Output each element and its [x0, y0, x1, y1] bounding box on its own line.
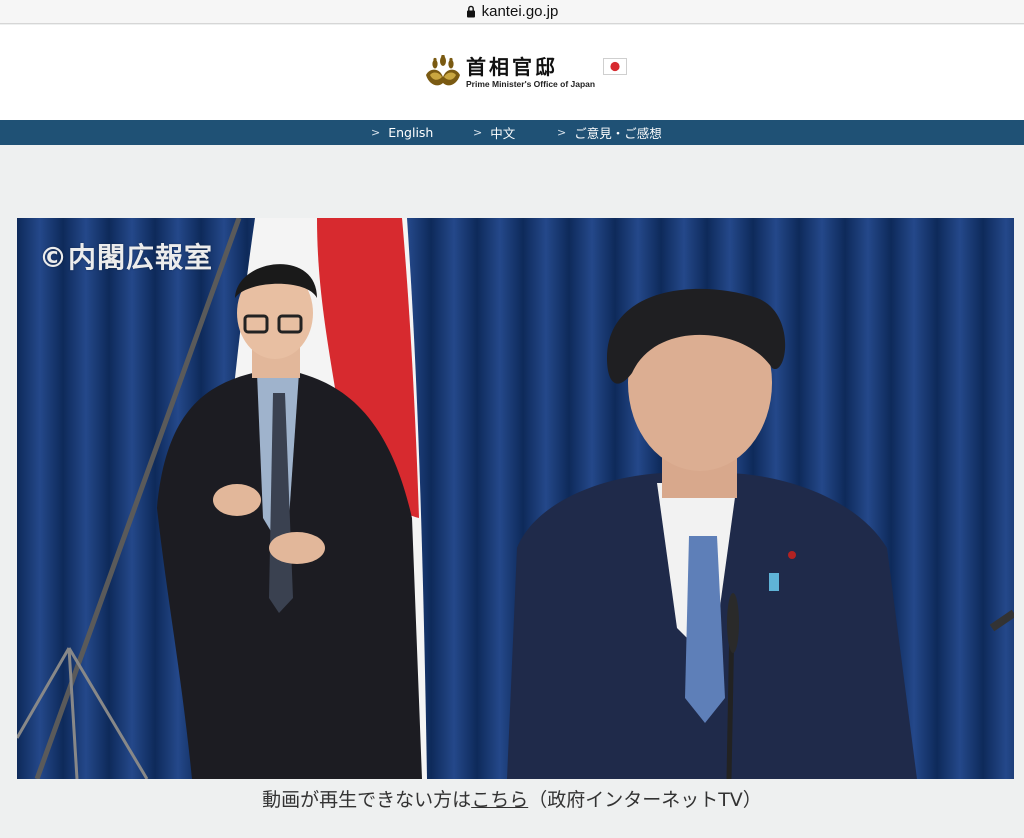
- video-frame: [17, 218, 1014, 779]
- kiri-crest-icon: [426, 55, 460, 86]
- logo-title-en: Prime Minister's Office of Japan: [466, 79, 596, 90]
- caption-link[interactable]: こちら: [471, 789, 528, 811]
- site-logo[interactable]: 首相官邸 Prime Minister's Office of Japan: [424, 55, 628, 91]
- site-header: 首相官邸 Prime Minister's Office of Japan: [0, 25, 1024, 120]
- nav-item-chinese[interactable]: > 中文: [473, 120, 515, 145]
- nav-label: English: [388, 125, 434, 140]
- language-nav-bar: > English > 中文 > ご意見・ご感想: [0, 120, 1024, 145]
- video-watermark: ©内閣広報室: [39, 241, 214, 274]
- video-player[interactable]: ©内閣広報室: [17, 218, 1014, 779]
- logo-title-jp: 首相官邸: [466, 55, 558, 80]
- caption-prefix: 動画が再生できない方は: [262, 789, 472, 811]
- chevron-right-icon: >: [473, 126, 483, 139]
- nav-item-feedback[interactable]: > ご意見・ご感想: [557, 120, 662, 145]
- chevron-right-icon: >: [557, 126, 567, 139]
- caption-suffix: （政府インターネットTV）: [528, 789, 762, 811]
- japan-flag-icon: [603, 57, 628, 75]
- nav-label: 中文: [490, 126, 516, 141]
- video-fallback-caption: 動画が再生できない方はこちら（政府インターネットTV）: [0, 785, 1024, 812]
- browser-url-bar[interactable]: kantei.go.jp: [0, 0, 1024, 24]
- lock-icon: [466, 5, 475, 18]
- nav-label: ご意見・ご感想: [574, 126, 662, 141]
- url-text: kantei.go.jp: [481, 3, 559, 20]
- chevron-right-icon: >: [371, 126, 381, 139]
- nav-item-english[interactable]: > English: [371, 120, 433, 145]
